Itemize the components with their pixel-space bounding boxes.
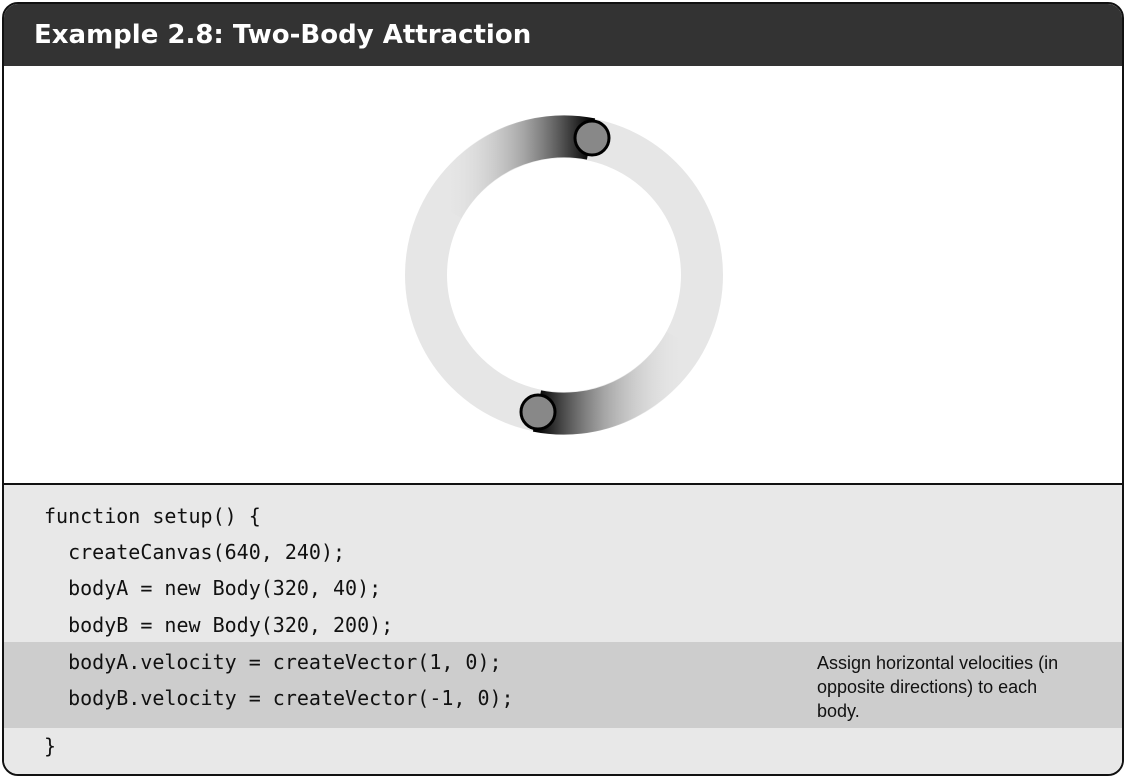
example-frame: Example 2.8: Two-Body Attraction functio… <box>2 2 1124 776</box>
body-b <box>519 393 557 431</box>
orbit-illustration <box>405 115 723 435</box>
code-annotation: Assign horizontal velocities (in opposit… <box>817 653 1059 721</box>
body-a-trail <box>424 115 596 219</box>
body-b-trail <box>532 331 704 435</box>
code-line-6: bodyB.velocity = createVector(-1, 0); <box>44 686 514 710</box>
code-line-7: } <box>44 734 57 758</box>
code-listing: function setup() { createCanvas(640, 240… <box>4 485 1122 774</box>
code-line-2: createCanvas(640, 240); <box>44 540 346 564</box>
code-line-3: bodyA = new Body(320, 40); <box>44 576 382 600</box>
example-title: Example 2.8: Two-Body Attraction <box>4 4 1122 66</box>
body-a <box>573 119 611 157</box>
code-line-4: bodyB = new Body(320, 200); <box>44 613 394 637</box>
code-line-1: function setup() { <box>44 504 261 528</box>
sketch-canvas <box>4 66 1122 485</box>
code-line-5: bodyA.velocity = createVector(1, 0); <box>44 650 502 674</box>
